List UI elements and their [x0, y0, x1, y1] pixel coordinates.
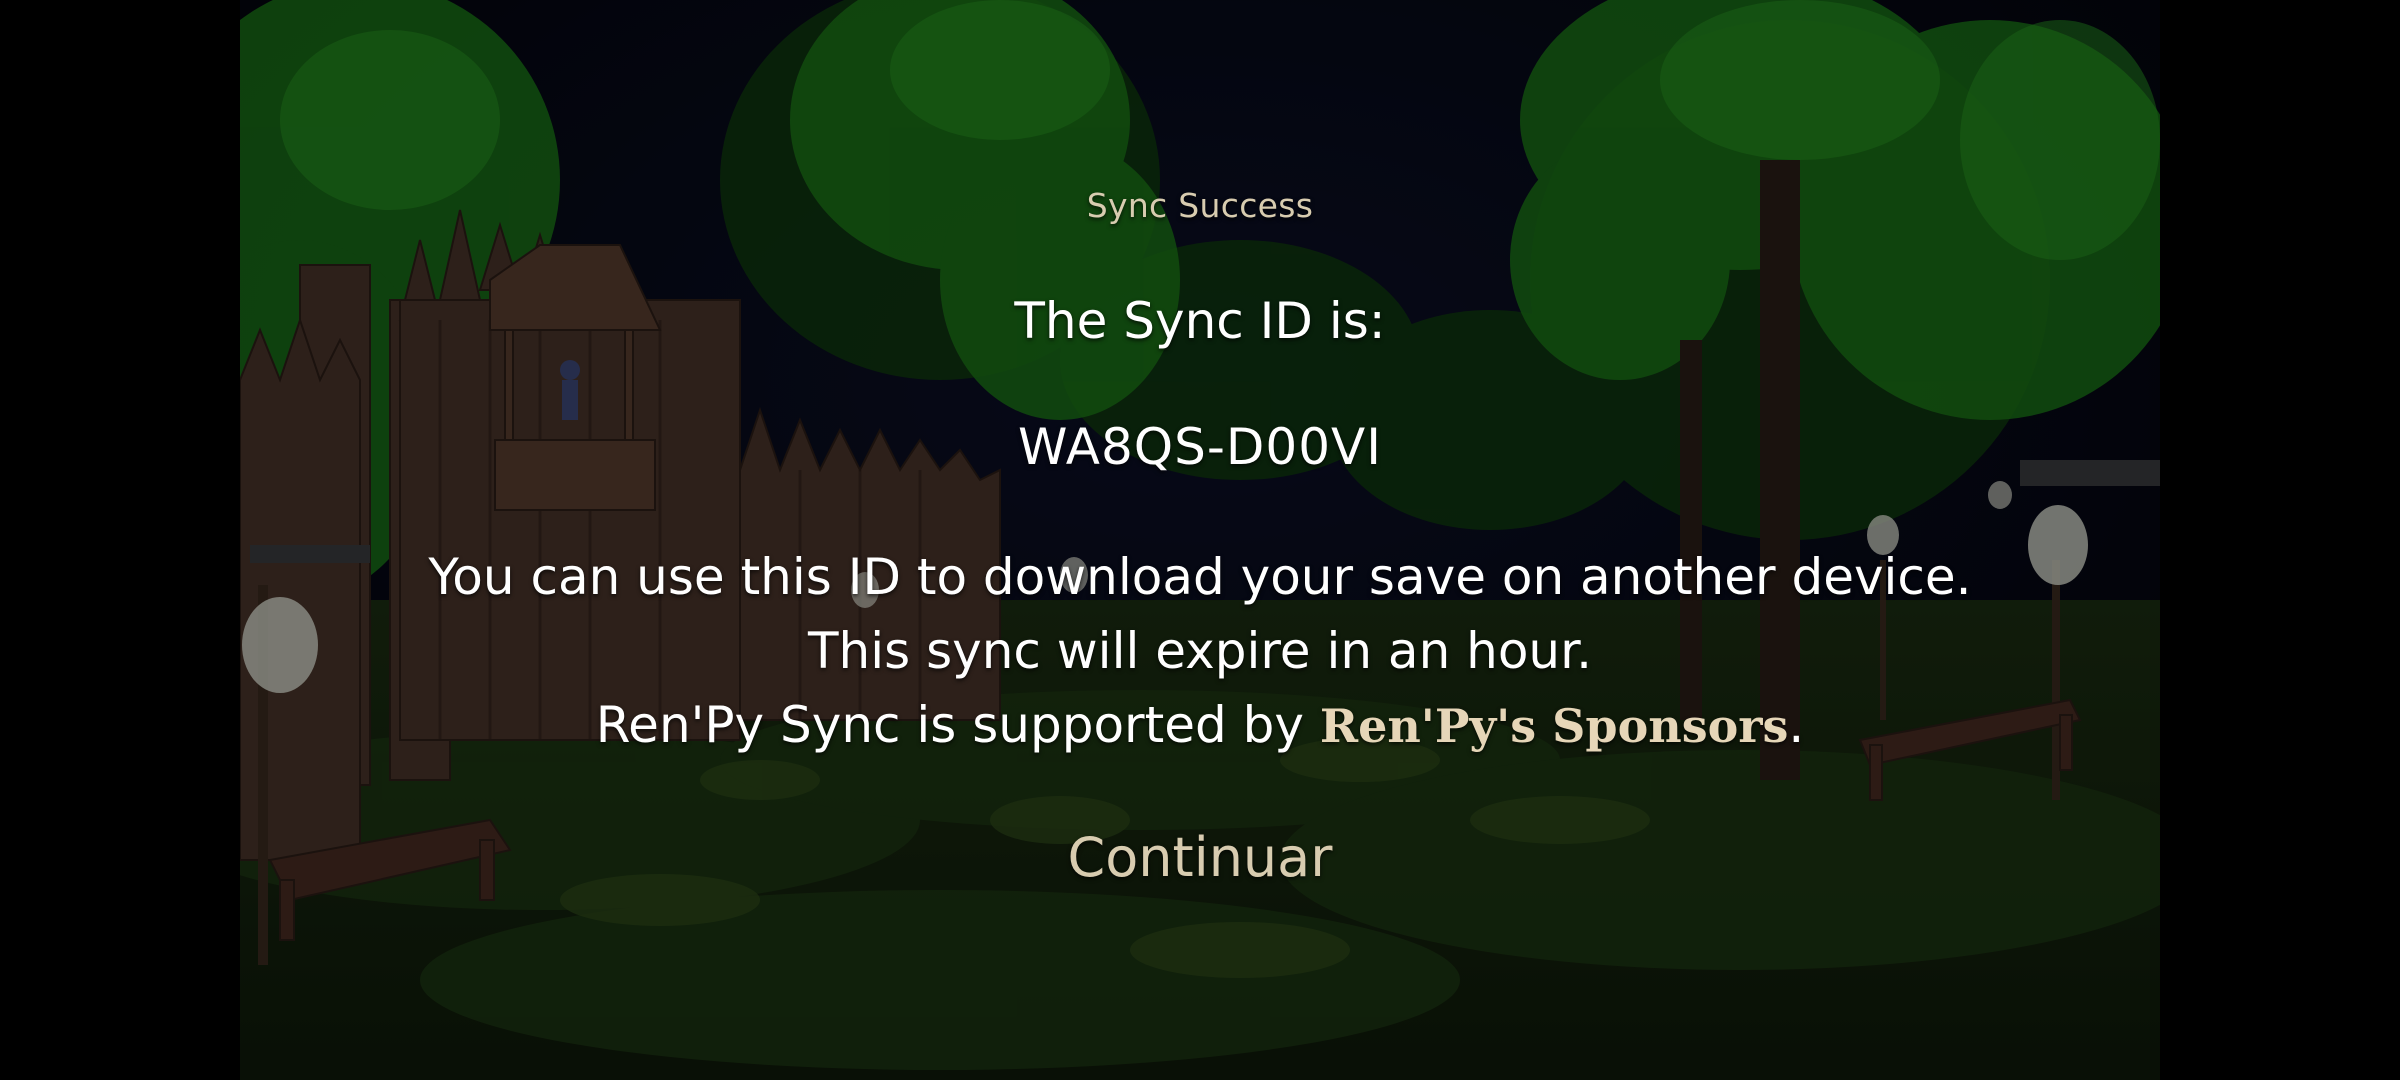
- screen: Sync Success The Sync ID is: WA8QS-D00VI…: [0, 0, 2400, 1080]
- game-area: Sync Success The Sync ID is: WA8QS-D00VI…: [240, 0, 2160, 1080]
- sponsors-link[interactable]: Ren'Py's Sponsors: [1320, 699, 1789, 753]
- info-line-download: You can use this ID to download your sav…: [428, 548, 1972, 606]
- sync-id-label: The Sync ID is:: [1014, 292, 1386, 350]
- sync-success-title: Sync Success: [1086, 186, 1314, 225]
- supported-by-text: Ren'Py Sync is supported by: [595, 696, 1320, 754]
- info-line-expire: This sync will expire in an hour.: [808, 622, 1592, 680]
- supported-by-period: .: [1788, 696, 1805, 754]
- info-line-supported: Ren'Py Sync is supported by Ren'Py's Spo…: [240, 696, 2160, 754]
- continue-button[interactable]: Continuar: [1000, 826, 1400, 889]
- dim-overlay: [240, 0, 2160, 1080]
- sync-id-value: WA8QS-D00VI: [1018, 418, 1382, 476]
